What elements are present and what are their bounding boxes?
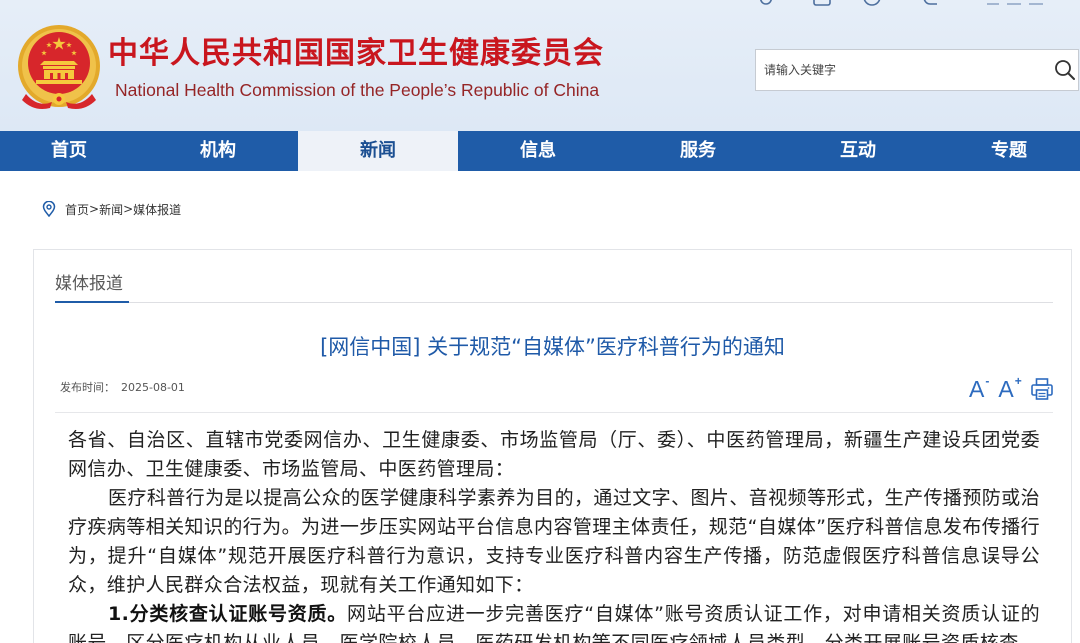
font-increase-letter: A (998, 376, 1014, 402)
font-increase-mark: + (1014, 374, 1022, 388)
font-decrease-mark: - (985, 374, 990, 388)
breadcrumb-link-news[interactable]: 新闻 (99, 201, 123, 218)
nav-item-interaction[interactable]: 互动 (778, 131, 938, 171)
top-toolbar-icon[interactable] (812, 0, 832, 8)
search-input[interactable] (756, 50, 1046, 90)
font-decrease-letter: A (969, 376, 985, 402)
search-box (755, 49, 1079, 91)
breadcrumb-separator: > (89, 202, 100, 216)
site-subtitle: National Health Commission of the People… (115, 80, 600, 100)
nav-item-home[interactable]: 首页 (0, 131, 138, 171)
publish-date-label: 发布时间： (60, 381, 115, 394)
breadcrumb-separator: > (123, 202, 134, 216)
nav-item-information[interactable]: 信息 (458, 131, 618, 171)
font-increase-button[interactable]: A + (998, 374, 1022, 402)
nav-item-news[interactable]: 新闻 (298, 131, 458, 171)
nav-item-services[interactable]: 服务 (618, 131, 778, 171)
section-divider (55, 302, 1053, 303)
article-publish-date: 发布时间： 2025-08-01 (60, 381, 185, 395)
site-header: 中华人民共和国国家卫生健康委员会 National Health Commiss… (0, 0, 1080, 131)
article-paragraph: 医疗科普行为是以提高公众的医学健康科学素养为目的，通过文字、图片、音视频等形式，… (68, 487, 1040, 596)
top-toolbar-icon[interactable] (862, 0, 882, 8)
section-heading: 媒体报道 (55, 274, 123, 294)
printer-icon[interactable] (1030, 377, 1054, 401)
article-tools: A - A + (969, 375, 1054, 403)
location-pin-icon (42, 201, 56, 217)
font-decrease-button[interactable]: A - (969, 374, 990, 402)
search-icon[interactable] (1054, 59, 1076, 81)
site-title: 中华人民共和国国家卫生健康委员会 (108, 36, 604, 71)
breadcrumb-link-home[interactable]: 首页 (65, 201, 89, 218)
breadcrumb: 首页 > 新闻 > 媒体报道 (42, 200, 181, 218)
nav-item-topics[interactable]: 专题 (938, 131, 1080, 171)
nav-item-organization[interactable]: 机构 (138, 131, 298, 171)
paragraph-lead-heading: 1.分类核查认证账号资质。 (108, 603, 348, 625)
top-toolbar (0, 0, 1080, 8)
article-paragraph: 各省、自治区、直辖市党委网信办、卫生健康委、市场监管局（厅、委）、中医药管理局，… (68, 429, 1040, 480)
national-emblem-icon (18, 25, 100, 109)
article-paragraph: 1.分类核查认证账号资质。网站平台应进一步完善医疗“自媒体”账号资质认证工作，对… (68, 600, 1040, 643)
publish-date-value: 2025-08-01 (121, 381, 185, 394)
main-nav: 首页 机构 新闻 信息 服务 互动 专题 (0, 131, 1080, 171)
breadcrumb-link-media-reports[interactable]: 媒体报道 (133, 201, 181, 218)
top-toolbar-icon[interactable] (985, 0, 1057, 8)
section-heading-underline (55, 301, 129, 303)
top-toolbar-icon[interactable] (757, 0, 775, 8)
top-toolbar-icon[interactable] (920, 0, 940, 8)
article-header-divider (55, 412, 1053, 413)
article-title: [网信中国] 关于规范“自媒体”医疗科普行为的通知 (320, 335, 785, 359)
article-body: 各省、自治区、直辖市党委网信办、卫生健康委、市场监管局（厅、委）、中医药管理局，… (68, 426, 1040, 643)
